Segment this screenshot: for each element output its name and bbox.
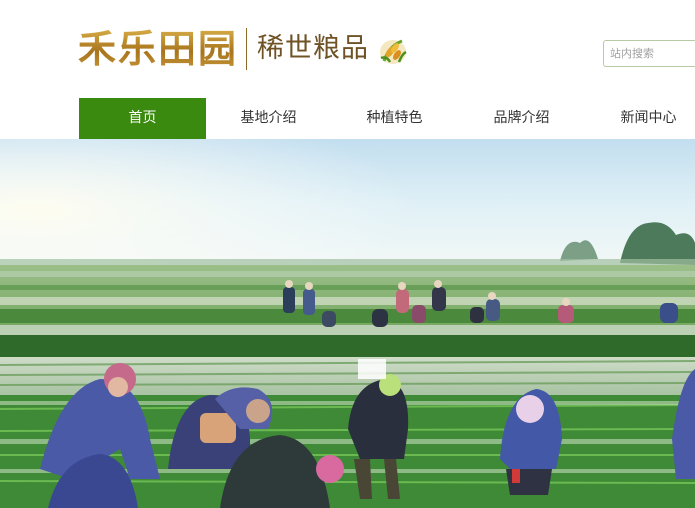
nav-item-planting-features[interactable]: 种植特色 [331,98,458,139]
site-header: 禾乐田园 稀世粮品 [0,0,695,98]
nav-item-home[interactable]: 首页 [79,98,206,139]
rice-ear-icon [380,39,407,64]
hero-banner[interactable] [0,139,695,508]
search-input[interactable] [604,41,695,66]
logo-divider [246,28,248,70]
rice-field-photo [0,139,695,508]
nav-item-brand-intro[interactable]: 品牌介绍 [458,98,585,139]
nav-item-news-center[interactable]: 新闻中心 [585,98,695,139]
page: 禾乐田园 稀世粮品 首页 基地介绍 种植特色 品牌介绍 新闻中心 [0,0,695,508]
nav-item-base-intro[interactable]: 基地介绍 [205,98,332,139]
site-logo[interactable]: 禾乐田园 稀世粮品 [78,24,409,74]
site-search [603,40,695,67]
logo-main-text: 禾乐田园 [78,24,238,74]
logo-sub-text: 稀世粮品 [257,33,370,64]
main-nav: 首页 基地介绍 种植特色 品牌介绍 新闻中心 [0,98,695,139]
